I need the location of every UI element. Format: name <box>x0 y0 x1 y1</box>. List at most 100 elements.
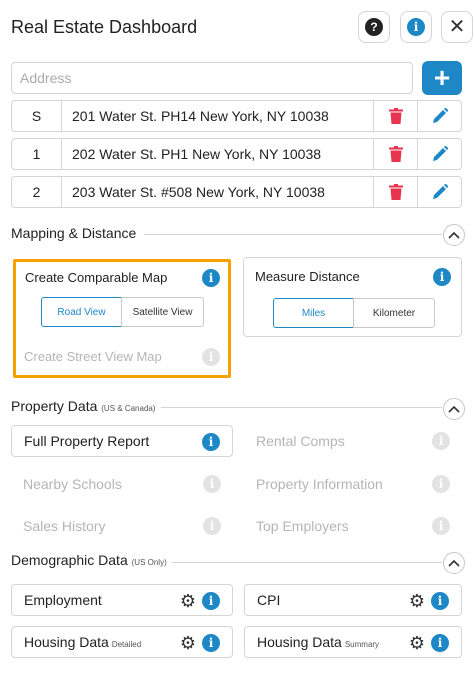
info-icon[interactable]: i <box>203 475 221 493</box>
pencil-icon <box>432 146 448 161</box>
property-label: S <box>12 101 62 131</box>
distance-unit-toggle: Miles Kilometer <box>273 298 435 328</box>
info-button[interactable]: i <box>400 11 432 43</box>
property-information-button[interactable]: Property Information i <box>244 468 462 500</box>
delete-button[interactable] <box>373 139 417 169</box>
info-icon[interactable]: i <box>202 433 220 451</box>
miles-button[interactable]: Miles <box>273 298 354 328</box>
full-property-report-button[interactable]: Full Property Report i <box>11 425 233 457</box>
app-title: Real Estate Dashboard <box>11 17 198 37</box>
measure-distance-title[interactable]: Measure Distance <box>255 269 360 284</box>
collapse-property-button[interactable] <box>443 398 465 420</box>
comparable-map-card: Create Comparable Map i Road View Satell… <box>14 259 230 375</box>
section-divider <box>172 562 442 563</box>
sales-history-label: Sales History <box>23 518 106 534</box>
comparable-map-info[interactable]: i <box>202 269 220 287</box>
section-title-mapping: Mapping & Distance <box>11 225 137 241</box>
info-icon[interactable]: i <box>432 517 450 535</box>
satellite-view-button[interactable]: Satellite View <box>121 297 204 327</box>
delete-button[interactable] <box>373 177 417 207</box>
property-label: 2 <box>12 177 62 207</box>
housing-data-summary-label: Housing Data <box>257 634 342 650</box>
property-data-title: Property Data <box>11 398 98 414</box>
info-icon[interactable]: i <box>432 432 450 450</box>
property-address[interactable]: 202 Water St. PH1 New York, NY 10038 <box>62 139 373 169</box>
collapse-mapping-button[interactable] <box>443 224 465 246</box>
housing-data-summary-button[interactable]: Housing Data Summary ⚙ i <box>244 626 462 658</box>
pencil-icon <box>432 184 448 199</box>
top-employers-label: Top Employers <box>256 518 349 534</box>
map-view-toggle: Road View Satellite View <box>41 297 204 327</box>
top-employers-button[interactable]: Top Employers i <box>244 510 462 542</box>
section-divider <box>144 234 442 235</box>
housing-data-detailed-button[interactable]: Housing Data Detailed ⚙ i <box>11 626 233 658</box>
property-address[interactable]: 201 Water St. PH14 New York, NY 10038 <box>62 101 373 131</box>
kilometer-button[interactable]: Kilometer <box>353 298 435 328</box>
section-title-property: Property Data (US & Canada) <box>11 398 156 414</box>
section-title-demographic: Demographic Data (US Only) <box>11 552 167 568</box>
housing-data-detailed-suffix: Detailed <box>111 640 142 649</box>
add-address-button[interactable]: + <box>422 61 462 95</box>
gear-icon[interactable]: ⚙ <box>180 634 196 652</box>
info-icon[interactable]: i <box>432 475 450 493</box>
info-icon[interactable]: i <box>202 634 220 652</box>
pencil-icon <box>432 108 448 123</box>
info-icon: i <box>433 268 451 286</box>
nearby-schools-label: Nearby Schools <box>23 476 122 492</box>
edit-button[interactable] <box>417 101 461 131</box>
street-view-info[interactable]: i <box>202 348 220 366</box>
close-icon: ✕ <box>448 16 466 38</box>
close-button[interactable]: ✕ <box>441 11 473 43</box>
housing-data-summary-suffix: Summary <box>344 640 380 649</box>
info-icon: i <box>202 348 220 366</box>
plus-icon: + <box>433 62 451 93</box>
header: Real Estate Dashboard ? i ✕ <box>0 0 474 56</box>
cpi-label: CPI <box>257 592 281 608</box>
delete-button[interactable] <box>373 101 417 131</box>
help-circle-icon: ? <box>365 18 383 36</box>
measure-distance-info[interactable]: i <box>433 268 451 286</box>
edit-button[interactable] <box>417 139 461 169</box>
comparable-map-title[interactable]: Create Comparable Map <box>25 270 167 285</box>
property-data-subtitle: (US & Canada) <box>101 404 156 413</box>
info-icon[interactable]: i <box>431 592 449 610</box>
address-input[interactable] <box>11 62 413 94</box>
road-view-button[interactable]: Road View <box>41 297 122 327</box>
help-button[interactable]: ? <box>358 11 390 43</box>
cpi-button[interactable]: CPI ⚙ i <box>244 584 462 616</box>
housing-data-detailed-label: Housing Data <box>24 634 109 650</box>
property-label: 1 <box>12 139 62 169</box>
info-icon[interactable]: i <box>202 592 220 610</box>
property-address[interactable]: 203 Water St. #508 New York, NY 10038 <box>62 177 373 207</box>
demographic-data-title: Demographic Data <box>11 552 128 568</box>
chevron-up-icon <box>448 559 460 567</box>
rental-comps-label: Rental Comps <box>256 433 345 449</box>
property-information-label: Property Information <box>256 476 383 492</box>
collapse-demographic-button[interactable] <box>443 552 465 574</box>
create-street-view-map[interactable]: Create Street View Map <box>24 349 162 364</box>
chevron-up-icon <box>448 405 460 413</box>
rental-comps-button[interactable]: Rental Comps i <box>244 425 462 457</box>
info-icon: i <box>407 18 425 36</box>
trash-icon <box>388 184 403 200</box>
chevron-up-icon <box>448 231 460 239</box>
gear-icon[interactable]: ⚙ <box>409 592 425 610</box>
full-property-report-label: Full Property Report <box>24 433 150 449</box>
gear-icon[interactable]: ⚙ <box>180 592 196 610</box>
edit-button[interactable] <box>417 177 461 207</box>
nearby-schools-button[interactable]: Nearby Schools i <box>11 468 233 500</box>
section-divider <box>161 407 442 408</box>
property-row: 1 202 Water St. PH1 New York, NY 10038 <box>11 138 462 170</box>
employment-button[interactable]: Employment ⚙ i <box>11 584 233 616</box>
info-icon: i <box>202 269 220 287</box>
info-icon[interactable]: i <box>431 634 449 652</box>
measure-distance-card: Measure Distance i Miles Kilometer <box>243 257 462 337</box>
trash-icon <box>388 108 403 124</box>
trash-icon <box>388 146 403 162</box>
info-icon[interactable]: i <box>203 517 221 535</box>
gear-icon[interactable]: ⚙ <box>409 634 425 652</box>
sales-history-button[interactable]: Sales History i <box>11 510 233 542</box>
demographic-data-subtitle: (US Only) <box>131 558 167 567</box>
property-row: 2 203 Water St. #508 New York, NY 10038 <box>11 176 462 208</box>
property-row: S 201 Water St. PH14 New York, NY 10038 <box>11 100 462 132</box>
